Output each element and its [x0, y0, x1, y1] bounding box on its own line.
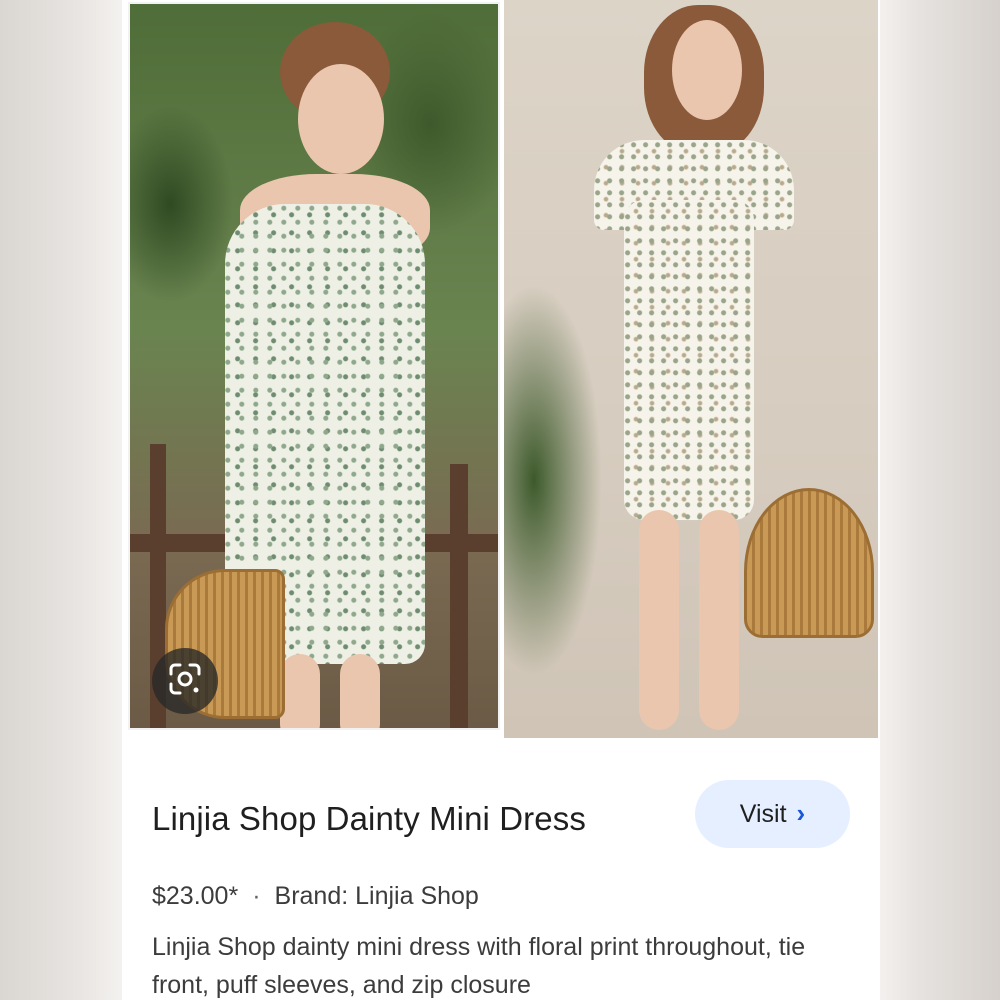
visit-button-label: Visit: [739, 799, 787, 828]
fence-post: [450, 464, 468, 728]
leg: [639, 510, 679, 730]
chevron-right-icon: ›: [796, 797, 806, 828]
product-title[interactable]: Linjia Shop Dainty Mini Dress: [152, 800, 586, 838]
product-card: Linjia Shop Dainty Mini Dress Visit › $2…: [122, 0, 880, 1000]
product-brand: Brand: Linjia Shop: [274, 882, 479, 910]
product-price: $23.00*: [152, 882, 239, 910]
leg: [340, 654, 380, 728]
product-image-right[interactable]: [504, 0, 878, 738]
leg: [280, 654, 320, 728]
dress: [624, 200, 754, 520]
meta-separator: ·: [252, 882, 261, 910]
bamboo-bag: [744, 488, 874, 638]
leg: [699, 510, 739, 730]
product-description: Linjia Shop dainty mini dress with flora…: [152, 933, 806, 999]
product-image-left[interactable]: [128, 2, 500, 730]
visit-button[interactable]: Visit ›: [695, 780, 850, 848]
google-lens-icon: [167, 661, 203, 702]
face: [298, 64, 384, 174]
face: [672, 20, 742, 120]
product-meta: $23.00* · Brand: Linjia Shop: [152, 882, 479, 911]
google-lens-button[interactable]: [152, 648, 218, 714]
